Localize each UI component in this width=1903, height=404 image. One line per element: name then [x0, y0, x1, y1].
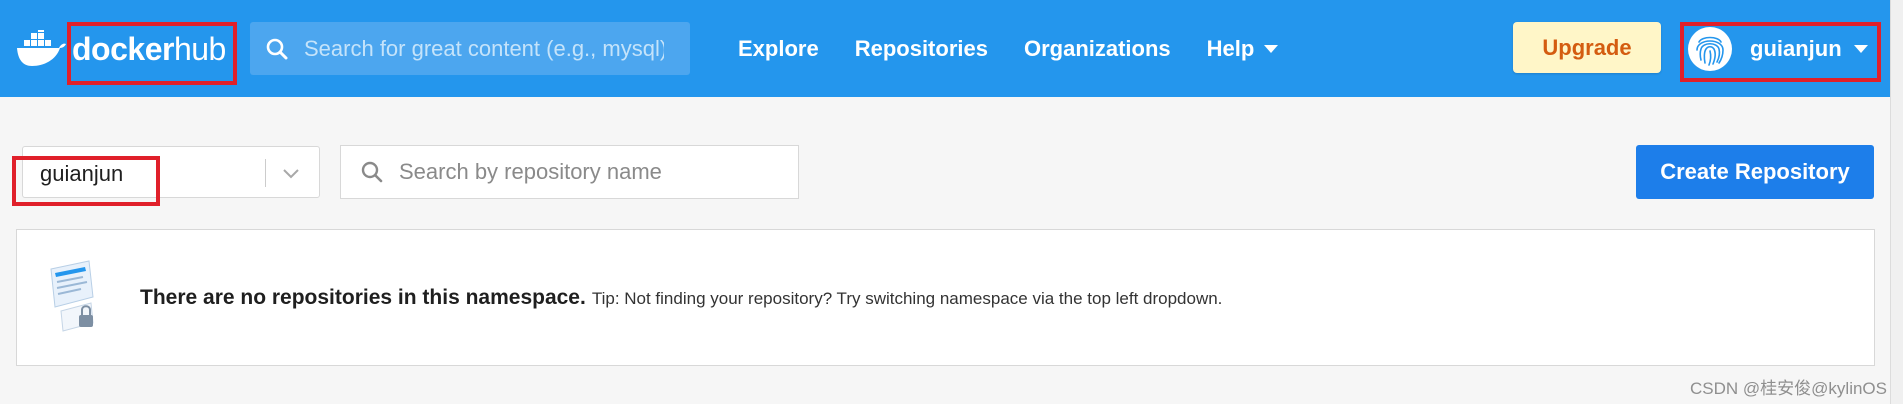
nav-repositories[interactable]: Repositories — [855, 36, 988, 62]
repository-search[interactable] — [340, 145, 799, 199]
upgrade-button[interactable]: Upgrade — [1513, 22, 1661, 73]
docker-whale-icon — [17, 30, 66, 66]
nav-help[interactable]: Help — [1207, 36, 1279, 62]
highlight-box-logo — [67, 22, 237, 85]
chevron-down-icon — [283, 169, 299, 179]
main-nav: Explore Repositories Organizations Help — [738, 30, 1314, 68]
empty-state-message: There are no repositories in this namesp… — [140, 286, 1222, 310]
repository-search-input[interactable] — [397, 158, 781, 186]
nav-organizations[interactable]: Organizations — [1024, 36, 1171, 62]
highlight-box-user — [1680, 22, 1881, 82]
page-scrollbar[interactable] — [1890, 0, 1903, 404]
search-icon — [266, 38, 288, 59]
watermark: CSDN @桂安俊@kylinOS — [1690, 379, 1887, 398]
global-search-input[interactable] — [302, 34, 666, 63]
caret-down-icon — [1264, 45, 1279, 53]
nav-explore[interactable]: Explore — [738, 36, 819, 62]
create-repository-button[interactable]: Create Repository — [1636, 145, 1874, 199]
global-search[interactable] — [250, 22, 690, 75]
empty-state-panel: There are no repositories in this namesp… — [16, 229, 1875, 366]
search-icon — [361, 161, 383, 183]
select-divider — [265, 159, 266, 187]
highlight-box-namespace — [12, 156, 160, 206]
top-navbar: dockerhub Explore Repositories Organizat… — [0, 0, 1903, 97]
empty-state-title: There are no repositories in this namesp… — [140, 286, 586, 309]
nav-help-label: Help — [1206, 36, 1255, 61]
empty-state-tip: Tip: Not finding your repository? Try sw… — [591, 289, 1223, 308]
repository-lock-illustration — [50, 260, 94, 332]
